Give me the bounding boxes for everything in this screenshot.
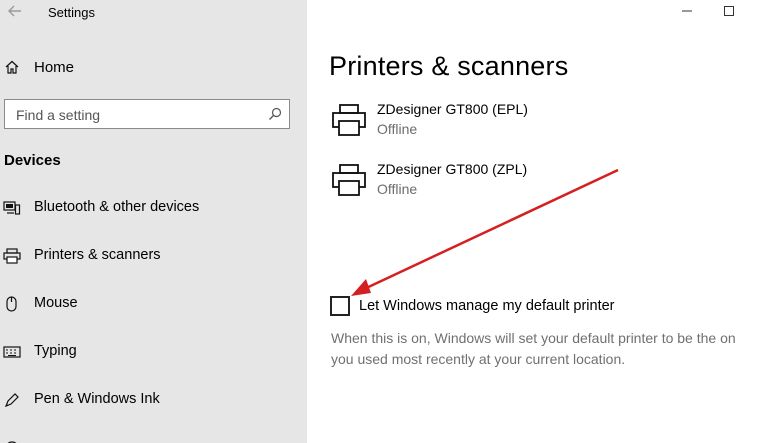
sidebar-item-mouse[interactable]: Mouse <box>0 286 307 322</box>
window-controls <box>668 0 768 26</box>
sidebar-item-label: Typing <box>34 343 77 359</box>
section-heading: Devices <box>4 152 61 169</box>
maximize-icon[interactable] <box>722 4 736 18</box>
mouse-icon <box>3 296 21 312</box>
app-title: Settings <box>48 5 95 20</box>
printer-name: ZDesigner GT800 (EPL) <box>377 101 528 117</box>
printer-icon <box>331 103 367 139</box>
search-input[interactable] <box>14 104 258 126</box>
sidebar-item-bluetooth[interactable]: Bluetooth & other devices <box>0 190 307 226</box>
sidebar: Settings Home Devices Bluetooth & other … <box>0 0 307 443</box>
sidebar-item-pen[interactable]: Pen & Windows Ink <box>0 382 307 418</box>
printer-item[interactable]: ZDesigner GT800 (EPL) Offline <box>331 101 631 145</box>
sidebar-item-label: Home <box>34 59 75 76</box>
default-printer-setting: Let Windows manage my default printer <box>330 296 760 320</box>
sidebar-item-label: Printers & scanners <box>34 247 161 263</box>
checkbox-label: Let Windows manage my default printer <box>359 298 615 314</box>
bluetooth-devices-icon <box>3 200 21 216</box>
pen-icon <box>3 392 21 408</box>
printer-status: Offline <box>377 121 418 137</box>
home-icon <box>4 59 20 75</box>
sidebar-item-label: Pen & Windows Ink <box>34 391 160 407</box>
sidebar-item-partial[interactable] <box>0 430 307 443</box>
keyboard-icon <box>3 344 21 360</box>
printer-name: ZDesigner GT800 (ZPL) <box>377 161 528 177</box>
sidebar-item-printers[interactable]: Printers & scanners <box>0 238 307 274</box>
description-line: you used most recently at your current l… <box>331 351 626 367</box>
printer-item[interactable]: ZDesigner GT800 (ZPL) Offline <box>331 161 631 205</box>
printer-icon <box>331 163 367 199</box>
search-icon[interactable] <box>268 107 282 121</box>
default-printer-checkbox[interactable] <box>330 296 350 316</box>
setting-description: When this is on, Windows will set your d… <box>331 328 768 370</box>
printer-status: Offline <box>377 181 418 197</box>
printer-icon <box>3 248 21 264</box>
description-line: When this is on, Windows will set your d… <box>331 330 736 346</box>
page-title: Printers & scanners <box>329 51 569 81</box>
minimize-icon[interactable] <box>680 4 694 18</box>
sidebar-item-typing[interactable]: Typing <box>0 334 307 370</box>
sidebar-item-home[interactable]: Home <box>0 52 307 84</box>
search-box[interactable] <box>4 99 290 129</box>
back-arrow-icon[interactable] <box>6 2 26 22</box>
sidebar-item-label: Bluetooth & other devices <box>34 199 200 215</box>
sidebar-item-label: Mouse <box>34 295 78 311</box>
